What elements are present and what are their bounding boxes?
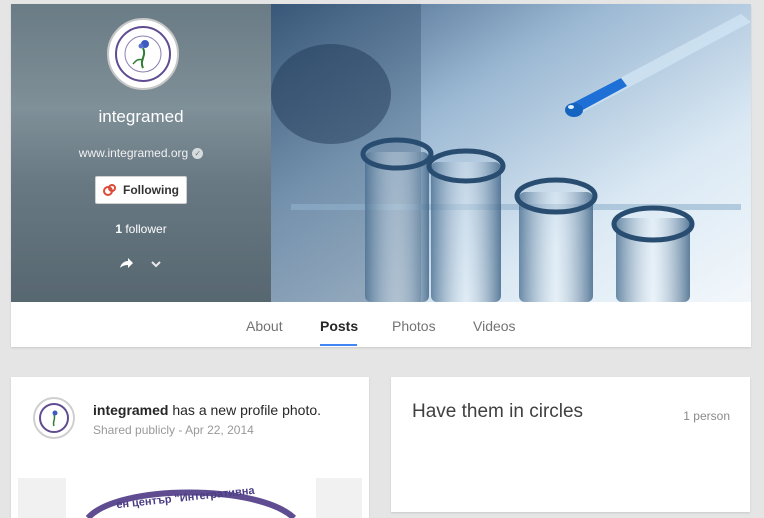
post-meta: Shared publicly - Apr 22, 2014 xyxy=(93,423,254,437)
verified-check-icon: ✓ xyxy=(192,148,204,159)
post-logo-flower-icon xyxy=(52,410,58,427)
followers-label: follower xyxy=(122,222,167,236)
profile-header: integramed www.integramed.org ✓ Following… xyxy=(11,4,751,347)
website-link[interactable]: www.integramed.org xyxy=(79,146,188,160)
circles-card: Have them in circles 1 person xyxy=(391,377,750,512)
post-author-avatar[interactable] xyxy=(33,397,75,439)
post-logo-ring xyxy=(39,403,69,433)
tab-about[interactable]: About xyxy=(246,318,283,334)
following-label: Following xyxy=(123,183,179,197)
profile-website[interactable]: www.integramed.org ✓ xyxy=(11,146,271,160)
profile-avatar[interactable] xyxy=(107,18,179,90)
circles-count[interactable]: 1 person xyxy=(683,409,730,423)
post-meta-separator: - xyxy=(175,423,186,437)
test-tubes-image xyxy=(271,4,751,302)
post-title: integramed has a new profile photo. xyxy=(93,402,321,418)
tab-posts[interactable]: Posts xyxy=(320,318,358,334)
tab-photos[interactable]: Photos xyxy=(392,318,436,334)
post-card: integramed has a new profile photo. Shar… xyxy=(11,377,369,518)
active-tab-indicator xyxy=(320,344,357,346)
post-date[interactable]: Apr 22, 2014 xyxy=(185,423,254,437)
post-author-name[interactable]: integramed xyxy=(93,402,168,418)
share-icon[interactable] xyxy=(117,254,135,272)
followers-count[interactable]: 1 follower xyxy=(11,222,271,236)
profile-name: integramed xyxy=(98,107,184,126)
tab-videos[interactable]: Videos xyxy=(473,318,516,334)
profile-tabs: About Posts Photos Videos xyxy=(11,302,751,347)
followers-number: 1 xyxy=(115,222,122,236)
logo-flower-icon xyxy=(124,35,162,73)
logo-ring xyxy=(115,26,171,82)
post-photo[interactable]: ен център "Интегративна xyxy=(18,478,362,518)
post-visibility[interactable]: Shared publicly xyxy=(93,423,175,437)
chevron-down-icon[interactable] xyxy=(150,258,162,270)
cover-photo xyxy=(271,4,751,302)
profile-info-panel: integramed www.integramed.org ✓ Following… xyxy=(11,4,271,302)
circles-icon xyxy=(103,183,117,197)
post-action-text: has a new profile photo. xyxy=(168,402,322,418)
circles-title: Have them in circles xyxy=(412,401,584,422)
following-button[interactable]: Following xyxy=(95,176,187,204)
